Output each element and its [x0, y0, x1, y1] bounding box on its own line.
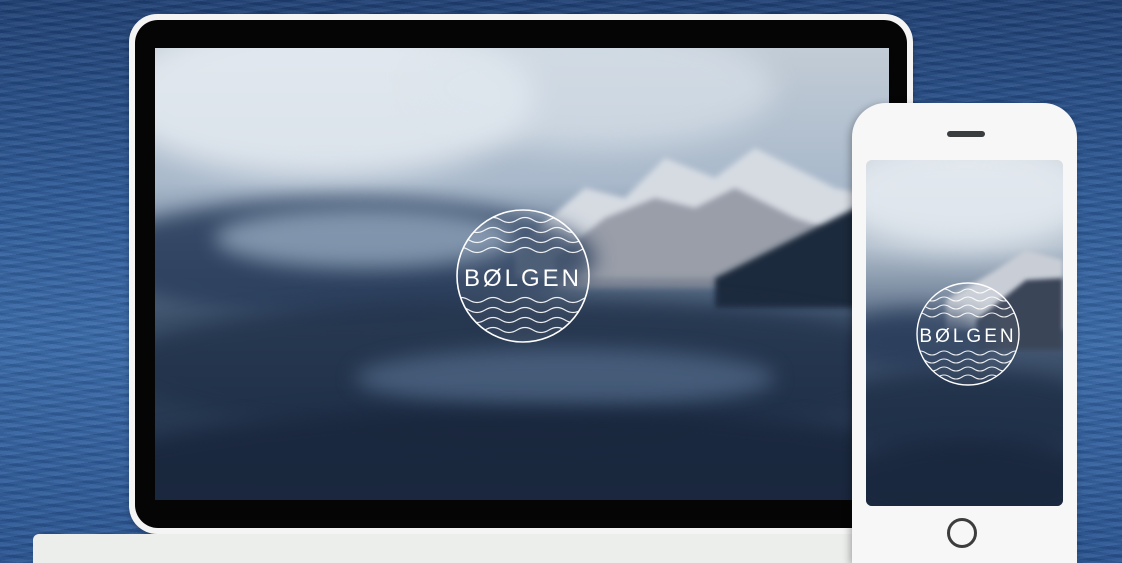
phone-bolgen-logo: BØLGEN — [916, 282, 1020, 386]
phone-logo-text: BØLGEN — [919, 326, 1016, 347]
phone-screen: BØLGEN — [866, 160, 1063, 506]
phone-speaker — [947, 131, 985, 137]
home-button[interactable] — [947, 518, 977, 548]
laptop-screen: BØLGEN — [155, 48, 889, 500]
laptop-base — [33, 534, 893, 563]
logo-text: BØLGEN — [464, 265, 582, 292]
bolgen-logo: BØLGEN — [456, 209, 590, 343]
